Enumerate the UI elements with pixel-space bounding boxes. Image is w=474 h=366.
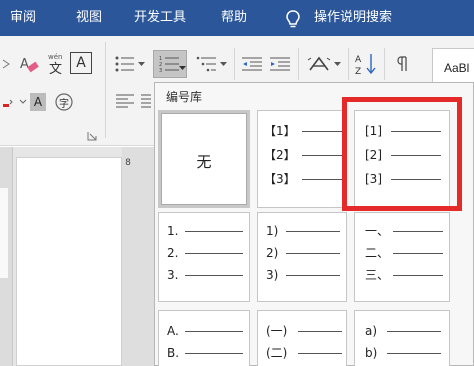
menu-review[interactable]: 审阅 xyxy=(10,0,36,36)
numbering-button[interactable]: 1 2 3 xyxy=(153,50,187,78)
horizontal-ruler xyxy=(122,147,154,366)
numbering-dropdown-icon[interactable] xyxy=(179,66,186,71)
list-marker: 【2】 xyxy=(264,148,296,162)
style-preview-normal[interactable]: AaBl xyxy=(444,61,469,75)
dropdown-arrow-icon[interactable] xyxy=(18,94,28,110)
list-line xyxy=(185,331,243,332)
enclose-character-label: 字 xyxy=(59,99,69,110)
list-line xyxy=(387,331,441,332)
list-marker: B. xyxy=(167,346,180,360)
list-marker: 三、 xyxy=(365,268,390,282)
list-line xyxy=(298,353,342,354)
chinese-layout-icon[interactable] xyxy=(306,52,332,76)
menu-view[interactable]: 视图 xyxy=(76,0,102,36)
list-marker: 1) xyxy=(266,224,279,238)
svg-text:Z: Z xyxy=(355,67,361,76)
numbering-option-chinese[interactable]: 一、 二、 三、 xyxy=(354,212,450,302)
list-line xyxy=(185,353,243,354)
document-page[interactable] xyxy=(16,157,122,366)
sort-icon[interactable]: A Z xyxy=(354,50,378,78)
list-line xyxy=(387,353,441,354)
list-line xyxy=(302,179,342,180)
list-marker: 一、 xyxy=(365,224,390,238)
list-marker: A. xyxy=(167,324,179,338)
svg-text:A: A xyxy=(355,55,362,65)
list-line xyxy=(393,275,443,276)
list-marker: (一) xyxy=(266,324,288,338)
bullets-dropdown-icon[interactable] xyxy=(138,62,145,67)
numbering-none-label: 无 xyxy=(196,153,212,171)
list-marker: 二、 xyxy=(365,246,390,260)
list-marker: 3) xyxy=(266,268,279,282)
svg-text:文: 文 xyxy=(49,62,62,76)
list-marker: 2) xyxy=(266,246,279,260)
numbering-option-bracket-bold[interactable]: 【1】 【2】 【3】 xyxy=(257,110,347,208)
separator xyxy=(348,48,349,80)
multilevel-list-button[interactable] xyxy=(194,52,220,76)
list-line xyxy=(185,231,243,232)
multilevel-dropdown-icon[interactable] xyxy=(220,62,227,67)
list-marker: 【3】 xyxy=(264,172,296,186)
separator xyxy=(234,48,235,80)
list-marker: (二) xyxy=(266,346,288,360)
numbering-option-none[interactable]: 无 xyxy=(158,110,250,208)
menu-developer[interactable]: 开发工具 xyxy=(134,0,186,36)
clear-format-icon[interactable]: A xyxy=(18,52,40,76)
font-dropdown-icon[interactable] xyxy=(0,54,12,74)
svg-text:3: 3 xyxy=(159,68,162,73)
show-marks-icon[interactable] xyxy=(392,52,412,76)
chinese-layout-dropdown-icon[interactable] xyxy=(334,62,341,67)
phonetic-guide-icon[interactable]: wén 文 xyxy=(46,50,68,76)
list-marker: 3. xyxy=(167,268,179,282)
vertical-ruler-margin xyxy=(0,188,8,278)
numbering-option-chinese-paren[interactable]: (一) (二) xyxy=(257,310,347,366)
list-line xyxy=(302,131,342,132)
list-line xyxy=(286,275,340,276)
numbering-option-lower-letter-paren[interactable]: a) b) xyxy=(354,310,450,366)
separator xyxy=(384,48,385,80)
list-line xyxy=(393,231,443,232)
align-left-icon[interactable] xyxy=(112,90,138,112)
highlight-box xyxy=(342,97,462,211)
ruler-number: 8 xyxy=(125,158,131,168)
tell-me-search[interactable]: 操作说明搜索 xyxy=(314,0,392,36)
enclose-character-button[interactable]: 字 xyxy=(54,92,74,112)
font-dialog-launcher-icon[interactable] xyxy=(86,130,98,142)
decrease-indent-icon[interactable] xyxy=(240,52,264,76)
group-separator xyxy=(105,42,106,138)
char-border-button[interactable]: A xyxy=(70,52,92,74)
svg-text:wén: wén xyxy=(48,53,62,61)
svg-text:A: A xyxy=(20,57,29,72)
char-shading-button[interactable]: A xyxy=(30,93,46,111)
list-line xyxy=(393,253,443,254)
menu-bar: 审阅 视图 开发工具 帮助 操作说明搜索 xyxy=(0,0,474,36)
align-center-icon[interactable] xyxy=(140,90,152,112)
list-marker: b) xyxy=(365,346,378,360)
list-line xyxy=(286,253,340,254)
separator xyxy=(298,48,299,80)
bullets-button[interactable] xyxy=(112,52,138,76)
numbering-option-upper-letter[interactable]: A. B. xyxy=(158,310,250,366)
list-marker: 2. xyxy=(167,246,179,260)
list-marker: 【1】 xyxy=(264,124,296,138)
numbering-option-number-dot[interactable]: 1. 2. 3. xyxy=(158,212,250,302)
font-color-icon[interactable] xyxy=(0,92,14,112)
menu-help[interactable]: 帮助 xyxy=(221,0,247,36)
list-line xyxy=(185,275,243,276)
list-line xyxy=(298,331,342,332)
increase-indent-icon[interactable] xyxy=(268,52,292,76)
numbering-option-number-paren[interactable]: 1) 2) 3) xyxy=(257,212,347,302)
list-line xyxy=(286,231,340,232)
numbering-library-title: 编号库 xyxy=(166,90,203,104)
list-marker: a) xyxy=(365,324,378,338)
list-marker: 1. xyxy=(167,224,179,238)
lightbulb-icon[interactable] xyxy=(284,9,302,29)
list-line xyxy=(302,155,342,156)
list-line xyxy=(185,253,243,254)
